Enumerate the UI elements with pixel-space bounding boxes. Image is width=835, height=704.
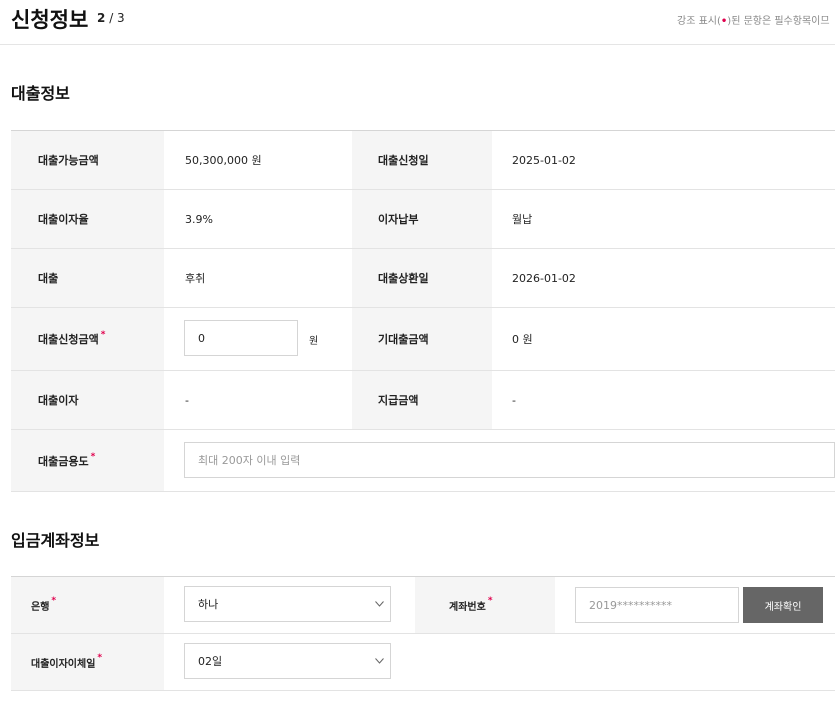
interest-transfer-day-select[interactable]: 02일 (184, 643, 391, 679)
bank-label: 은행 * (11, 577, 164, 633)
loan-type-label: 대출 (11, 249, 164, 307)
request-amount-unit: 원 (309, 335, 319, 347)
interest-payment-value: 월납 (512, 213, 533, 226)
loan-info-table: 대출가능금액 50,300,000 원 대출신청일 2025-01-02 대출이… (11, 130, 835, 492)
step-total: / 3 (109, 11, 125, 25)
apply-date-value: 2025-01-02 (512, 153, 576, 167)
page-title: 신청정보 (11, 8, 89, 32)
required-mark-icon: * (100, 330, 106, 340)
table-row: 대출신청금액 * 0 원 기대출금액 0 원 (11, 308, 835, 371)
request-amount-input[interactable]: 0 (184, 320, 298, 356)
table-row: 대출금용도 * 최대 200자 이내 입력 (11, 430, 835, 492)
request-amount-label-text: 대출신청금액 (38, 333, 99, 346)
expected-amount-label: 기대출금액 (352, 308, 492, 370)
expected-amount-value: 0 원 (512, 333, 533, 346)
table-row: 대출이자 - 지급금액 - (11, 371, 835, 430)
loan-interest-label: 대출이자 (11, 371, 164, 429)
interest-transfer-day-label-text: 대출이자이체일 (31, 658, 96, 670)
loan-purpose-label-text: 대출금용도 (38, 454, 89, 468)
interest-transfer-day-value: 02일 (198, 655, 223, 668)
repay-date-label: 대출상환일 (352, 249, 492, 307)
account-number-placeholder: 2019********** (589, 598, 672, 612)
repay-date-value: 2026-01-02 (512, 271, 576, 285)
available-amount-label: 대출가능금액 (11, 131, 164, 189)
loan-purpose-placeholder: 최대 200자 이내 입력 (198, 454, 301, 467)
loan-type-value: 후취 (185, 272, 206, 285)
account-section-title: 입금계좌정보 (11, 531, 100, 550)
loan-purpose-label: 대출금용도 * (11, 430, 164, 491)
table-row: 은행 * 하나 계좌번호 * 2019********** 계좌확인 (11, 577, 835, 634)
required-mark-icon: * (487, 596, 493, 606)
notice-text-post: )된 문항은 필수항목이므 (727, 16, 830, 27)
loan-section-title: 대출정보 (11, 84, 70, 103)
request-amount-label: 대출신청금액 * (11, 308, 164, 370)
step-current: 2 (97, 11, 106, 25)
bank-label-text: 은행 (31, 601, 50, 613)
interest-rate-label: 대출이자율 (11, 190, 164, 248)
page-header: 신청정보 2 / 3 강조 표시(•)된 문항은 필수항목이므 (0, 0, 835, 45)
table-row: 대출 후취 대출상환일 2026-01-02 (11, 249, 835, 308)
required-mark-icon: * (97, 653, 103, 663)
loan-purpose-input[interactable]: 최대 200자 이내 입력 (184, 442, 835, 478)
required-mark-icon: * (51, 596, 57, 606)
verify-account-button[interactable]: 계좌확인 (743, 587, 823, 623)
table-row: 대출가능금액 50,300,000 원 대출신청일 2025-01-02 (11, 131, 835, 190)
required-mark-icon: * (90, 451, 96, 462)
account-number-label: 계좌번호 * (415, 577, 555, 633)
table-row: 대출이자율 3.9% 이자납부 월납 (11, 190, 835, 249)
apply-date-label: 대출신청일 (352, 131, 492, 189)
interest-rate-value: 3.9% (185, 212, 213, 226)
bank-select-value: 하나 (198, 598, 219, 611)
step-indicator: 2 / 3 (97, 11, 125, 25)
table-row: 대출이자이체일 * 02일 (11, 634, 835, 691)
chevron-down-icon (375, 658, 384, 664)
loan-interest-value: - (185, 393, 189, 407)
available-amount-value: 50,300,000 원 (185, 154, 262, 167)
required-notice: 강조 표시(•)된 문항은 필수항목이므 (677, 12, 830, 27)
chevron-down-icon (375, 601, 384, 607)
interest-transfer-day-label: 대출이자이체일 * (11, 634, 164, 690)
payment-amount-label: 지급금액 (352, 371, 492, 429)
notice-text-pre: 강조 표시( (677, 16, 721, 27)
account-info-table: 은행 * 하나 계좌번호 * 2019********** 계좌확인 대출이자이체일… (11, 576, 835, 691)
account-number-label-text: 계좌번호 (449, 601, 486, 613)
interest-payment-label: 이자납부 (352, 190, 492, 248)
bank-select[interactable]: 하나 (184, 586, 391, 622)
account-number-input[interactable]: 2019********** (575, 587, 739, 623)
payment-amount-value: - (512, 393, 516, 407)
